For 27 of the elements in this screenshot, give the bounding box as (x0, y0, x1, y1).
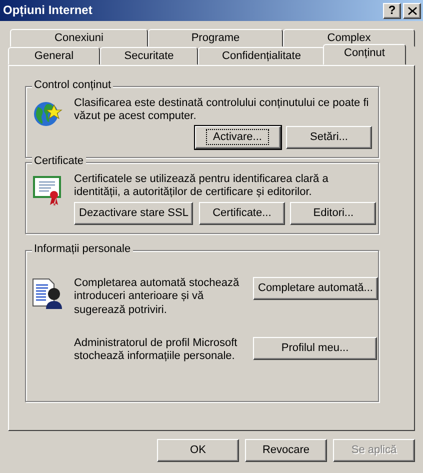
description-text: Completarea automată stochează introduceri anterioare și vă sugerează potriviri. (74, 277, 240, 317)
button[interactable]: Dezactivare stare SSL (74, 202, 194, 226)
button[interactable]: Profilul meu... (253, 336, 377, 360)
button[interactable]: OK (157, 439, 239, 462)
tab[interactable]: General (8, 47, 100, 65)
close-button[interactable] (403, 2, 421, 18)
tab[interactable]: Conținut (323, 44, 406, 65)
tab[interactable]: Complex (283, 29, 415, 47)
certificate-icon (32, 173, 64, 208)
description-text: Certificatele se utilizează pentru identificarea clară a identității, a autorităților de certificare și editorilor. (74, 173, 330, 200)
button[interactable]: Revocare (245, 439, 327, 462)
button[interactable]: Editori... (290, 202, 376, 226)
tab[interactable]: Programe (148, 29, 283, 47)
button[interactable]: Completare automată... (253, 277, 378, 300)
description-text: Administratorul de profil Microsoft stochează informațiile personale. (74, 336, 238, 364)
group-title: Informații personale (32, 243, 133, 256)
close-icon (408, 6, 416, 14)
tab[interactable]: Confidențialitate (198, 47, 325, 65)
group-title: Control conținut (32, 79, 114, 92)
window-title: Opțiuni Internet (3, 3, 94, 18)
tab[interactable]: Securitate (100, 47, 198, 65)
help-button[interactable]: ? (383, 2, 401, 18)
button[interactable]: Setări... (286, 126, 372, 150)
button[interactable]: Activare... (194, 126, 280, 150)
description-text: Clasificarea este destinată controlului conținutului ce poate fi văzut pe acest computer. (74, 97, 370, 124)
tab[interactable]: Conexiuni (10, 29, 148, 47)
button[interactable]: Certificate... (198, 202, 285, 226)
